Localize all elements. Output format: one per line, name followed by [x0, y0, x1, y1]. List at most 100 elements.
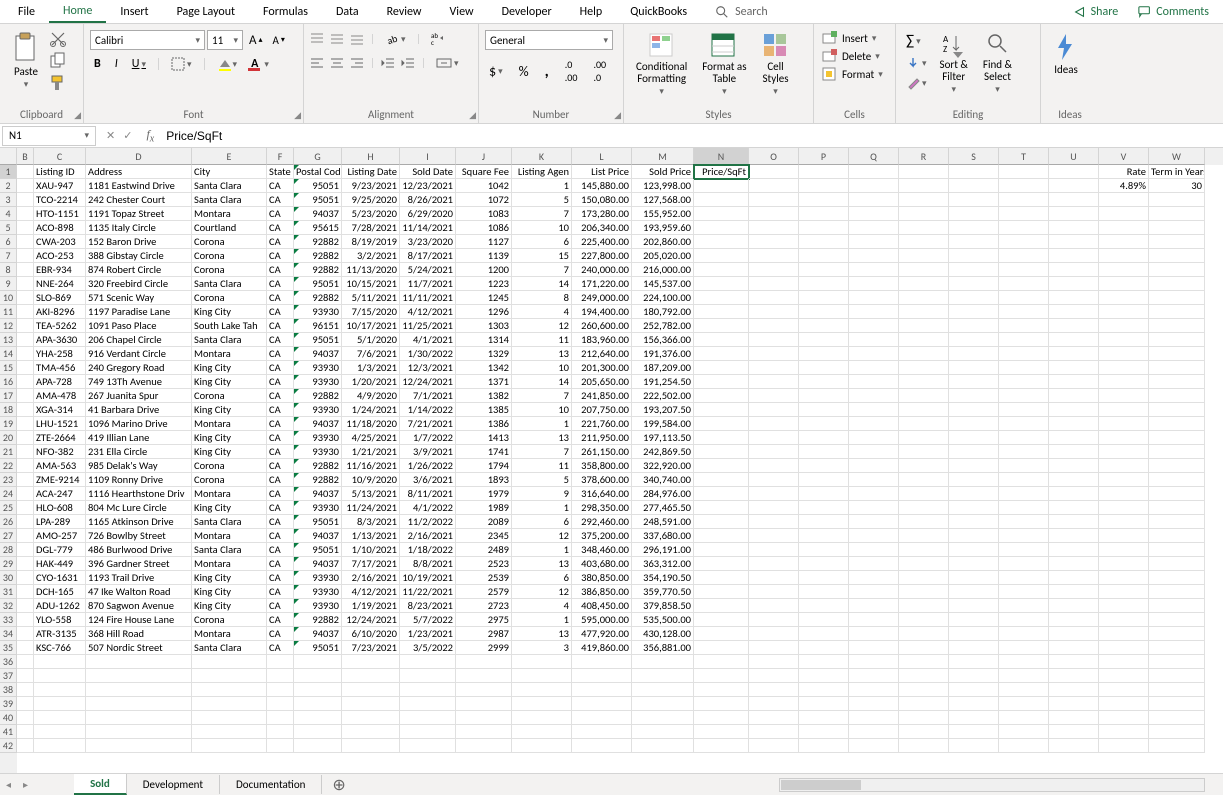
paste-button[interactable]: Paste ▾ [6, 30, 46, 92]
table-row[interactable] [17, 697, 1223, 711]
fx-icon[interactable]: fx [140, 127, 160, 144]
table-row[interactable]: TCO-2214242 Chester CourtSanta ClaraCA95… [17, 193, 1223, 207]
align-center-icon[interactable] [330, 56, 344, 70]
col-header-K[interactable]: K [512, 148, 572, 165]
menu-view[interactable]: View [436, 2, 488, 22]
format-painter-icon[interactable] [49, 74, 67, 92]
table-row[interactable]: AKI-82961197 Paradise LaneKing CityCA939… [17, 305, 1223, 319]
row-header-3[interactable]: 3 [0, 193, 17, 207]
row-header-4[interactable]: 4 [0, 207, 17, 221]
col-header-B[interactable]: B [17, 148, 34, 165]
row-header-5[interactable]: 5 [0, 221, 17, 235]
col-header-H[interactable]: H [342, 148, 400, 165]
name-box[interactable]: N1▾ [2, 126, 96, 146]
row-header-6[interactable]: 6 [0, 235, 17, 249]
table-row[interactable]: CYO-16311193 Trail DriveKing CityCA93930… [17, 571, 1223, 585]
table-row[interactable]: XGA-31441 Barbara DriveKing CityCA939301… [17, 403, 1223, 417]
col-header-L[interactable]: L [572, 148, 632, 165]
row-header-25[interactable]: 25 [0, 501, 17, 515]
table-row[interactable]: DGL-779486 Burlwood DriveSanta ClaraCA95… [17, 543, 1223, 557]
row-header-28[interactable]: 28 [0, 543, 17, 557]
sort-filter-button[interactable]: AZ Sort & Filter▾ [934, 30, 974, 97]
row-header-13[interactable]: 13 [0, 333, 17, 347]
number-format-select[interactable]: General▾ [485, 30, 613, 50]
menu-quickbooks[interactable]: QuickBooks [616, 2, 701, 22]
font-name-select[interactable]: Calibri▾ [90, 30, 205, 50]
autosum-button[interactable]: ∑ ▾ [902, 30, 925, 52]
table-row[interactable]: AMA-563985 Delak's WayCoronaCA9288211/16… [17, 459, 1223, 473]
borders-button[interactable]: ▾ [167, 55, 196, 73]
row-header-7[interactable]: 7 [0, 249, 17, 263]
menu-developer[interactable]: Developer [488, 2, 566, 22]
row-header-2[interactable]: 2 [0, 179, 17, 193]
col-header-R[interactable]: R [899, 148, 949, 165]
table-row[interactable]: ACA-2471116 Hearthstone DrivMontaraCA940… [17, 487, 1223, 501]
wrap-text-button[interactable]: abc [427, 30, 451, 48]
cell-styles-button[interactable]: Cell Styles▾ [756, 30, 796, 99]
row-header-1[interactable]: 1 [0, 165, 17, 179]
row-header-15[interactable]: 15 [0, 361, 17, 375]
decrease-indent-icon[interactable] [381, 56, 395, 70]
row-header-17[interactable]: 17 [0, 389, 17, 403]
row-header-23[interactable]: 23 [0, 473, 17, 487]
align-bottom-icon[interactable] [350, 32, 364, 46]
delete-cells-button[interactable]: Delete ▾ [820, 48, 882, 64]
table-row[interactable]: APA-728749 13Th AvenueKing CityCA939301/… [17, 375, 1223, 389]
format-cells-button[interactable]: Format ▾ [820, 66, 885, 82]
table-row[interactable]: XAU-9471181 Eastwind DriveSanta ClaraCA9… [17, 179, 1223, 193]
row-header-26[interactable]: 26 [0, 515, 17, 529]
table-row[interactable]: TEA-52621091 Paso PlaceSouth Lake TahCA9… [17, 319, 1223, 333]
menu-formulas[interactable]: Formulas [249, 2, 322, 22]
row-header-27[interactable]: 27 [0, 529, 17, 543]
col-header-S[interactable]: S [949, 148, 999, 165]
col-header-T[interactable]: T [999, 148, 1049, 165]
row-header-12[interactable]: 12 [0, 319, 17, 333]
row-header-30[interactable]: 30 [0, 571, 17, 585]
row-header-38[interactable]: 38 [0, 683, 17, 697]
table-row[interactable]: ADU-1262870 Sagwon AvenueKing CityCA9393… [17, 599, 1223, 613]
clear-button[interactable]: ▾ [902, 74, 931, 92]
decrease-decimal-button[interactable]: .00.0 [589, 56, 610, 86]
font-color-button[interactable]: A▾ [247, 54, 273, 74]
col-header-C[interactable]: C [34, 148, 86, 165]
col-header-N[interactable]: N [694, 148, 749, 165]
row-header-9[interactable]: 9 [0, 277, 17, 291]
font-launcher[interactable]: ◢ [294, 110, 301, 121]
sheet-tab-documentation[interactable]: Documentation [220, 775, 322, 794]
table-row[interactable]: HTO-11511191 Topaz StreetMontaraCA940375… [17, 207, 1223, 221]
format-as-table-button[interactable]: Format as Table▾ [696, 30, 752, 99]
table-row[interactable]: EBR-934874 Robert CircleCoronaCA9288211/… [17, 263, 1223, 277]
table-row[interactable]: Listing IDAddressCityStatePostal CodList… [17, 165, 1223, 179]
menu-page-layout[interactable]: Page Layout [163, 2, 249, 22]
table-row[interactable]: HAK-449396 Gardner StreetMontaraCA940377… [17, 557, 1223, 571]
col-header-W[interactable]: W [1149, 148, 1205, 165]
menu-data[interactable]: Data [322, 2, 373, 22]
table-row[interactable]: ACO-253388 Gibstay CircleCoronaCA928823/… [17, 249, 1223, 263]
table-row[interactable]: NNE-264320 Freebird CircleSanta ClaraCA9… [17, 277, 1223, 291]
percent-format-button[interactable]: % [515, 61, 533, 82]
row-header-8[interactable]: 8 [0, 263, 17, 277]
sheet-nav-next[interactable]: ▸ [17, 778, 34, 791]
orientation-button[interactable]: ab▾ [381, 30, 410, 48]
sheet-tab-development[interactable]: Development [127, 775, 220, 794]
fill-button[interactable]: ▾ [902, 54, 931, 72]
cut-icon[interactable] [49, 30, 67, 48]
add-sheet-button[interactable]: ⊕ [322, 775, 355, 795]
col-header-P[interactable]: P [799, 148, 849, 165]
italic-button[interactable]: I [111, 55, 122, 73]
row-header-39[interactable]: 39 [0, 697, 17, 711]
row-header-36[interactable]: 36 [0, 655, 17, 669]
col-header-Q[interactable]: Q [849, 148, 899, 165]
menu-file[interactable]: File [4, 2, 49, 22]
row-header-34[interactable]: 34 [0, 627, 17, 641]
col-header-D[interactable]: D [86, 148, 192, 165]
row-header-20[interactable]: 20 [0, 431, 17, 445]
table-row[interactable] [17, 655, 1223, 669]
table-row[interactable]: AMO-257726 Bowlby StreetMontaraCA940371/… [17, 529, 1223, 543]
conditional-formatting-button[interactable]: Conditional Formatting▾ [630, 30, 693, 99]
menu-search[interactable]: Search [701, 2, 782, 22]
menu-home[interactable]: Home [49, 1, 106, 23]
table-row[interactable]: AMA-478267 Juanita SpurCoronaCA928824/9/… [17, 389, 1223, 403]
sheet-nav-prev[interactable]: ◂ [0, 778, 17, 791]
row-header-22[interactable]: 22 [0, 459, 17, 473]
